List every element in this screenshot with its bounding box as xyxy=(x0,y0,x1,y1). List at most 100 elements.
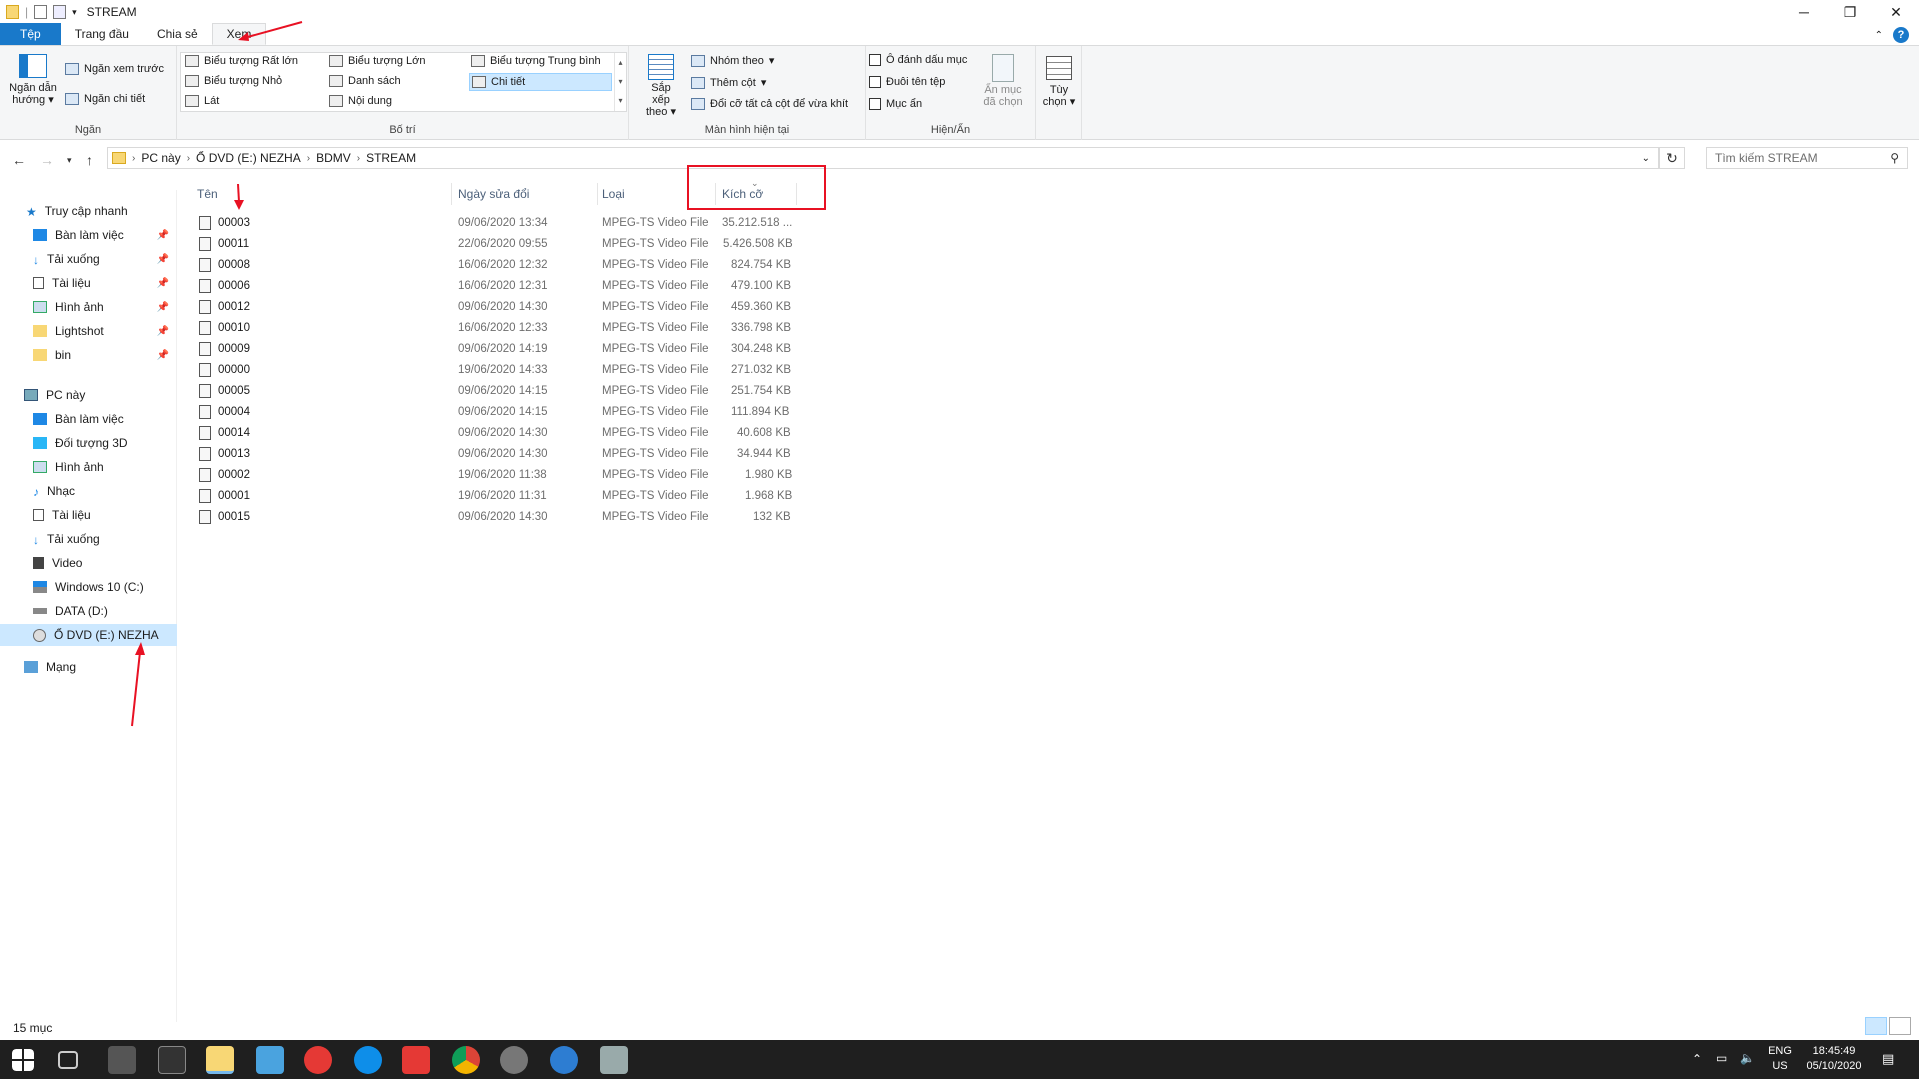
help-icon[interactable]: ? xyxy=(1893,27,1909,43)
column-header-date[interactable]: Ngày sửa đổi xyxy=(458,183,529,205)
nav-pc-item[interactable]: Windows 10 (C:) xyxy=(0,576,177,598)
back-arrow-icon[interactable]: ← xyxy=(12,152,26,168)
file-row[interactable]: 00001 19/06/2020 11:31 MPEG-TS Video File 1… xyxy=(195,485,795,506)
nav-this-pc[interactable]: PC này xyxy=(0,384,177,406)
file-row[interactable]: 00003 09/06/2020 13:34 MPEG-TS Video File 3… xyxy=(195,212,795,233)
notepad-icon[interactable] xyxy=(256,1046,284,1074)
nav-quick-item[interactable]: Lightshot 📌 xyxy=(0,320,177,342)
file-row[interactable]: 00010 16/06/2020 12:33 MPEG-TS Video File 3… xyxy=(195,317,795,338)
up-arrow-icon[interactable]: ↑ xyxy=(86,152,93,168)
nav-quick-access[interactable]: ★ Truy cập nhanh xyxy=(0,200,177,222)
details-pane-button[interactable]: Ngăn chi tiết xyxy=(65,93,145,105)
checkbox[interactable] xyxy=(869,76,881,88)
nav-quick-item[interactable]: Tài liệu 📌 xyxy=(0,272,177,294)
layout-extra-large-icons[interactable]: Biểu tượng Rất lớn xyxy=(185,55,298,67)
maximize-button[interactable]: ❐ xyxy=(1827,0,1873,24)
app-blue-icon[interactable] xyxy=(550,1046,578,1074)
refresh-button[interactable]: ↻ xyxy=(1659,147,1685,169)
file-row[interactable]: 00012 09/06/2020 14:30 MPEG-TS Video File 4… xyxy=(195,296,795,317)
add-columns-button[interactable]: Thêm cột ▾ xyxy=(691,76,766,89)
chevron-down-icon[interactable]: ▾ xyxy=(72,7,77,18)
file-explorer-icon[interactable] xyxy=(206,1046,234,1074)
nav-quick-item[interactable]: ↓ Tải xuống 📌 xyxy=(0,248,177,270)
app-red-icon[interactable] xyxy=(304,1046,332,1074)
nav-pc-item[interactable]: ♪ Nhạc xyxy=(0,480,177,502)
hidden-items-toggle[interactable]: Mục ẩn xyxy=(869,98,922,110)
search-input[interactable]: Tìm kiếm STREAM ⚲ xyxy=(1706,147,1908,169)
file-row[interactable]: 00009 09/06/2020 14:19 MPEG-TS Video File 3… xyxy=(195,338,795,359)
chrome-icon[interactable] xyxy=(452,1046,480,1074)
task-view-icon[interactable] xyxy=(58,1051,78,1069)
nav-pane-button[interactable]: Ngăn dẫn hướng ▾ xyxy=(4,54,62,106)
column-divider[interactable] xyxy=(451,183,452,205)
address-dropdown-icon[interactable]: ⌄ xyxy=(1642,153,1650,164)
forward-arrow-icon[interactable]: → xyxy=(40,152,54,168)
tray-chevron-icon[interactable]: ⌃ xyxy=(1692,1052,1702,1067)
nav-quick-item[interactable]: Bàn làm việc 📌 xyxy=(0,224,177,246)
nav-pc-item[interactable]: Video xyxy=(0,552,177,574)
recent-chevron-icon[interactable]: ▾ xyxy=(67,155,72,166)
checkbox[interactable] xyxy=(869,54,881,66)
chevron-up-icon[interactable]: ⌃ xyxy=(1875,30,1883,41)
app-gray-icon[interactable] xyxy=(600,1046,628,1074)
nav-quick-item[interactable]: bin 📌 xyxy=(0,344,177,366)
settings-app-icon[interactable] xyxy=(500,1046,528,1074)
breadcrumb-this-pc[interactable]: PC này xyxy=(141,151,180,165)
layout-details[interactable]: Chi tiết xyxy=(469,73,612,91)
minimize-button[interactable]: ─ xyxy=(1781,0,1827,24)
layout-content[interactable]: Nội dung xyxy=(329,95,392,107)
details-view-button[interactable] xyxy=(1865,1017,1887,1035)
layout-medium-icons[interactable]: Biểu tượng Trung bình xyxy=(471,55,601,67)
nav-pc-item[interactable]: Tài liệu xyxy=(0,504,177,526)
options-button[interactable]: Tùy chọn ▾ xyxy=(1040,56,1078,108)
file-row[interactable]: 00014 09/06/2020 14:30 MPEG-TS Video File 4… xyxy=(195,422,795,443)
new-folder-icon[interactable] xyxy=(53,5,67,19)
layout-small-icons[interactable]: Biểu tượng Nhỏ xyxy=(185,75,282,87)
file-row[interactable]: 00006 16/06/2020 12:31 MPEG-TS Video File 4… xyxy=(195,275,795,296)
file-row[interactable]: 00000 19/06/2020 14:33 MPEG-TS Video File 2… xyxy=(195,359,795,380)
layout-tiles[interactable]: Lát xyxy=(185,95,219,107)
layout-large-icons[interactable]: Biểu tượng Lớn xyxy=(329,55,425,67)
fit-columns-button[interactable]: Đổi cỡ tất cả cột để vừa khít xyxy=(691,98,848,110)
volume-icon[interactable]: 🔈 xyxy=(1740,1051,1755,1066)
file-row[interactable]: 00008 16/06/2020 12:32 MPEG-TS Video File 8… xyxy=(195,254,795,275)
layout-list[interactable]: Danh sách xyxy=(329,75,401,87)
breadcrumb-bdmv[interactable]: BDMV xyxy=(316,151,351,165)
nav-pc-item[interactable]: Đối tượng 3D xyxy=(0,432,177,454)
cloud-app-icon[interactable] xyxy=(402,1046,430,1074)
file-row[interactable]: 00002 19/06/2020 11:38 MPEG-TS Video File 1… xyxy=(195,464,795,485)
terminal-icon[interactable] xyxy=(158,1046,186,1074)
breadcrumb-stream[interactable]: STREAM xyxy=(366,151,416,165)
large-icons-view-button[interactable] xyxy=(1889,1017,1911,1035)
gallery-scroll[interactable]: ▴ ▾ ▾ xyxy=(614,53,626,111)
file-extensions-toggle[interactable]: Đuôi tên tệp xyxy=(869,76,945,88)
teamviewer-icon[interactable] xyxy=(354,1046,382,1074)
checkbox[interactable] xyxy=(869,98,881,110)
nav-quick-item[interactable]: Hình ảnh 📌 xyxy=(0,296,177,318)
preview-pane-button[interactable]: Ngăn xem trước xyxy=(65,63,164,75)
clock[interactable]: 18:45:49 05/10/2020 xyxy=(1800,1044,1868,1074)
address-bar[interactable]: › PC này › Ổ DVD (E:) NEZHA › BDMV › STR… xyxy=(107,147,1659,169)
file-row[interactable]: 00015 09/06/2020 14:30 MPEG-TS Video File 1… xyxy=(195,506,795,527)
file-row[interactable]: 00004 09/06/2020 14:15 MPEG-TS Video File 1… xyxy=(195,401,795,422)
nav-pc-item[interactable]: Bàn làm việc xyxy=(0,408,177,430)
file-row[interactable]: 00013 09/06/2020 14:30 MPEG-TS Video File 3… xyxy=(195,443,795,464)
column-divider[interactable] xyxy=(597,183,598,205)
notification-icon[interactable]: ▤ xyxy=(1882,1051,1894,1066)
file-row[interactable]: 00005 09/06/2020 14:15 MPEG-TS Video File 2… xyxy=(195,380,795,401)
nav-pc-item[interactable]: Hình ảnh xyxy=(0,456,177,478)
hide-selected-button[interactable]: Ẩn mục đã chọn xyxy=(978,54,1028,108)
sort-by-button[interactable]: Sắp xếp theo ▾ xyxy=(641,54,681,118)
language-indicator[interactable]: ENG US xyxy=(1766,1044,1794,1074)
nav-pc-item[interactable]: ↓ Tải xuống xyxy=(0,528,177,550)
tab-file[interactable]: Tệp xyxy=(0,23,61,45)
network-status-icon[interactable]: ▭ xyxy=(1716,1051,1727,1066)
breadcrumb-dvd[interactable]: Ổ DVD (E:) NEZHA xyxy=(196,151,301,165)
close-button[interactable]: ✕ xyxy=(1873,0,1919,24)
properties-icon[interactable] xyxy=(34,5,48,19)
group-by-button[interactable]: Nhóm theo ▾ xyxy=(691,54,774,67)
tab-home[interactable]: Trang đầu xyxy=(61,23,143,45)
file-row[interactable]: 00011 22/06/2020 09:55 MPEG-TS Video File 5… xyxy=(195,233,795,254)
nav-pc-item[interactable]: DATA (D:) xyxy=(0,600,177,622)
tab-share[interactable]: Chia sẻ xyxy=(143,23,212,45)
